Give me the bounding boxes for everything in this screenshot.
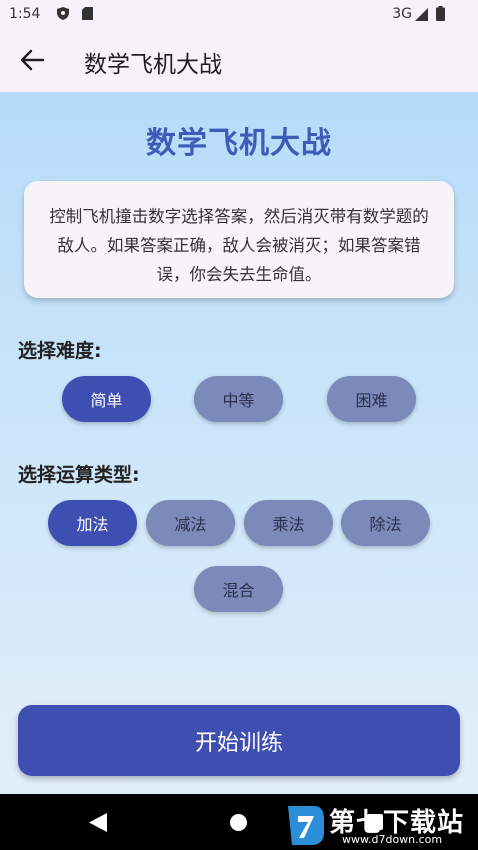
difficulty-hard-chip[interactable]: 困难 bbox=[327, 376, 416, 422]
difficulty-medium-chip[interactable]: 中等 bbox=[194, 376, 283, 422]
difficulty-easy-chip[interactable]: 简单 bbox=[62, 376, 151, 422]
app-bar-title: 数学飞机大战 bbox=[84, 52, 222, 78]
battery-icon bbox=[436, 6, 445, 21]
operation-multiply-chip[interactable]: 乘法 bbox=[244, 500, 333, 546]
network-type: 3G bbox=[392, 6, 412, 22]
operation-subtract-chip[interactable]: 减法 bbox=[146, 500, 235, 546]
operation-divide-chip[interactable]: 除法 bbox=[341, 500, 430, 546]
game-title: 数学飞机大战 bbox=[146, 126, 332, 161]
shield-icon bbox=[57, 7, 69, 20]
status-bar: 1:54 3G bbox=[0, 0, 478, 28]
main-content: 数学飞机大战 控制飞机撞击数字选择答案，然后消灭带有数学题的敌人。如果答案正确，… bbox=[0, 92, 478, 794]
d7-logo-icon bbox=[288, 806, 324, 845]
start-training-button[interactable]: 开始训练 bbox=[18, 705, 460, 776]
signal-icon bbox=[415, 8, 428, 21]
home-circle-icon[interactable] bbox=[230, 814, 247, 831]
watermark-url: www.d7down.com bbox=[342, 833, 443, 846]
description-card: 控制飞机撞击数字选择答案，然后消灭带有数学题的敌人。如果答案正确，敌人会被消灭；… bbox=[24, 181, 454, 298]
sdcard-icon bbox=[82, 7, 93, 20]
difficulty-label: 选择难度: bbox=[18, 340, 102, 362]
operation-label: 选择运算类型: bbox=[18, 464, 140, 486]
operation-add-chip[interactable]: 加法 bbox=[48, 500, 137, 546]
watermark: 第七下载站 www.d7down.com bbox=[282, 800, 478, 850]
app-bar: 数学飞机大战 bbox=[0, 28, 478, 92]
status-time: 1:54 bbox=[9, 6, 41, 22]
back-triangle-icon[interactable] bbox=[89, 813, 107, 832]
operation-mixed-chip[interactable]: 混合 bbox=[194, 566, 283, 612]
description-text: 控制飞机撞击数字选择答案，然后消灭带有数学题的敌人。如果答案正确，敌人会被消灭；… bbox=[49, 207, 429, 284]
arrow-left-icon[interactable] bbox=[19, 48, 45, 72]
